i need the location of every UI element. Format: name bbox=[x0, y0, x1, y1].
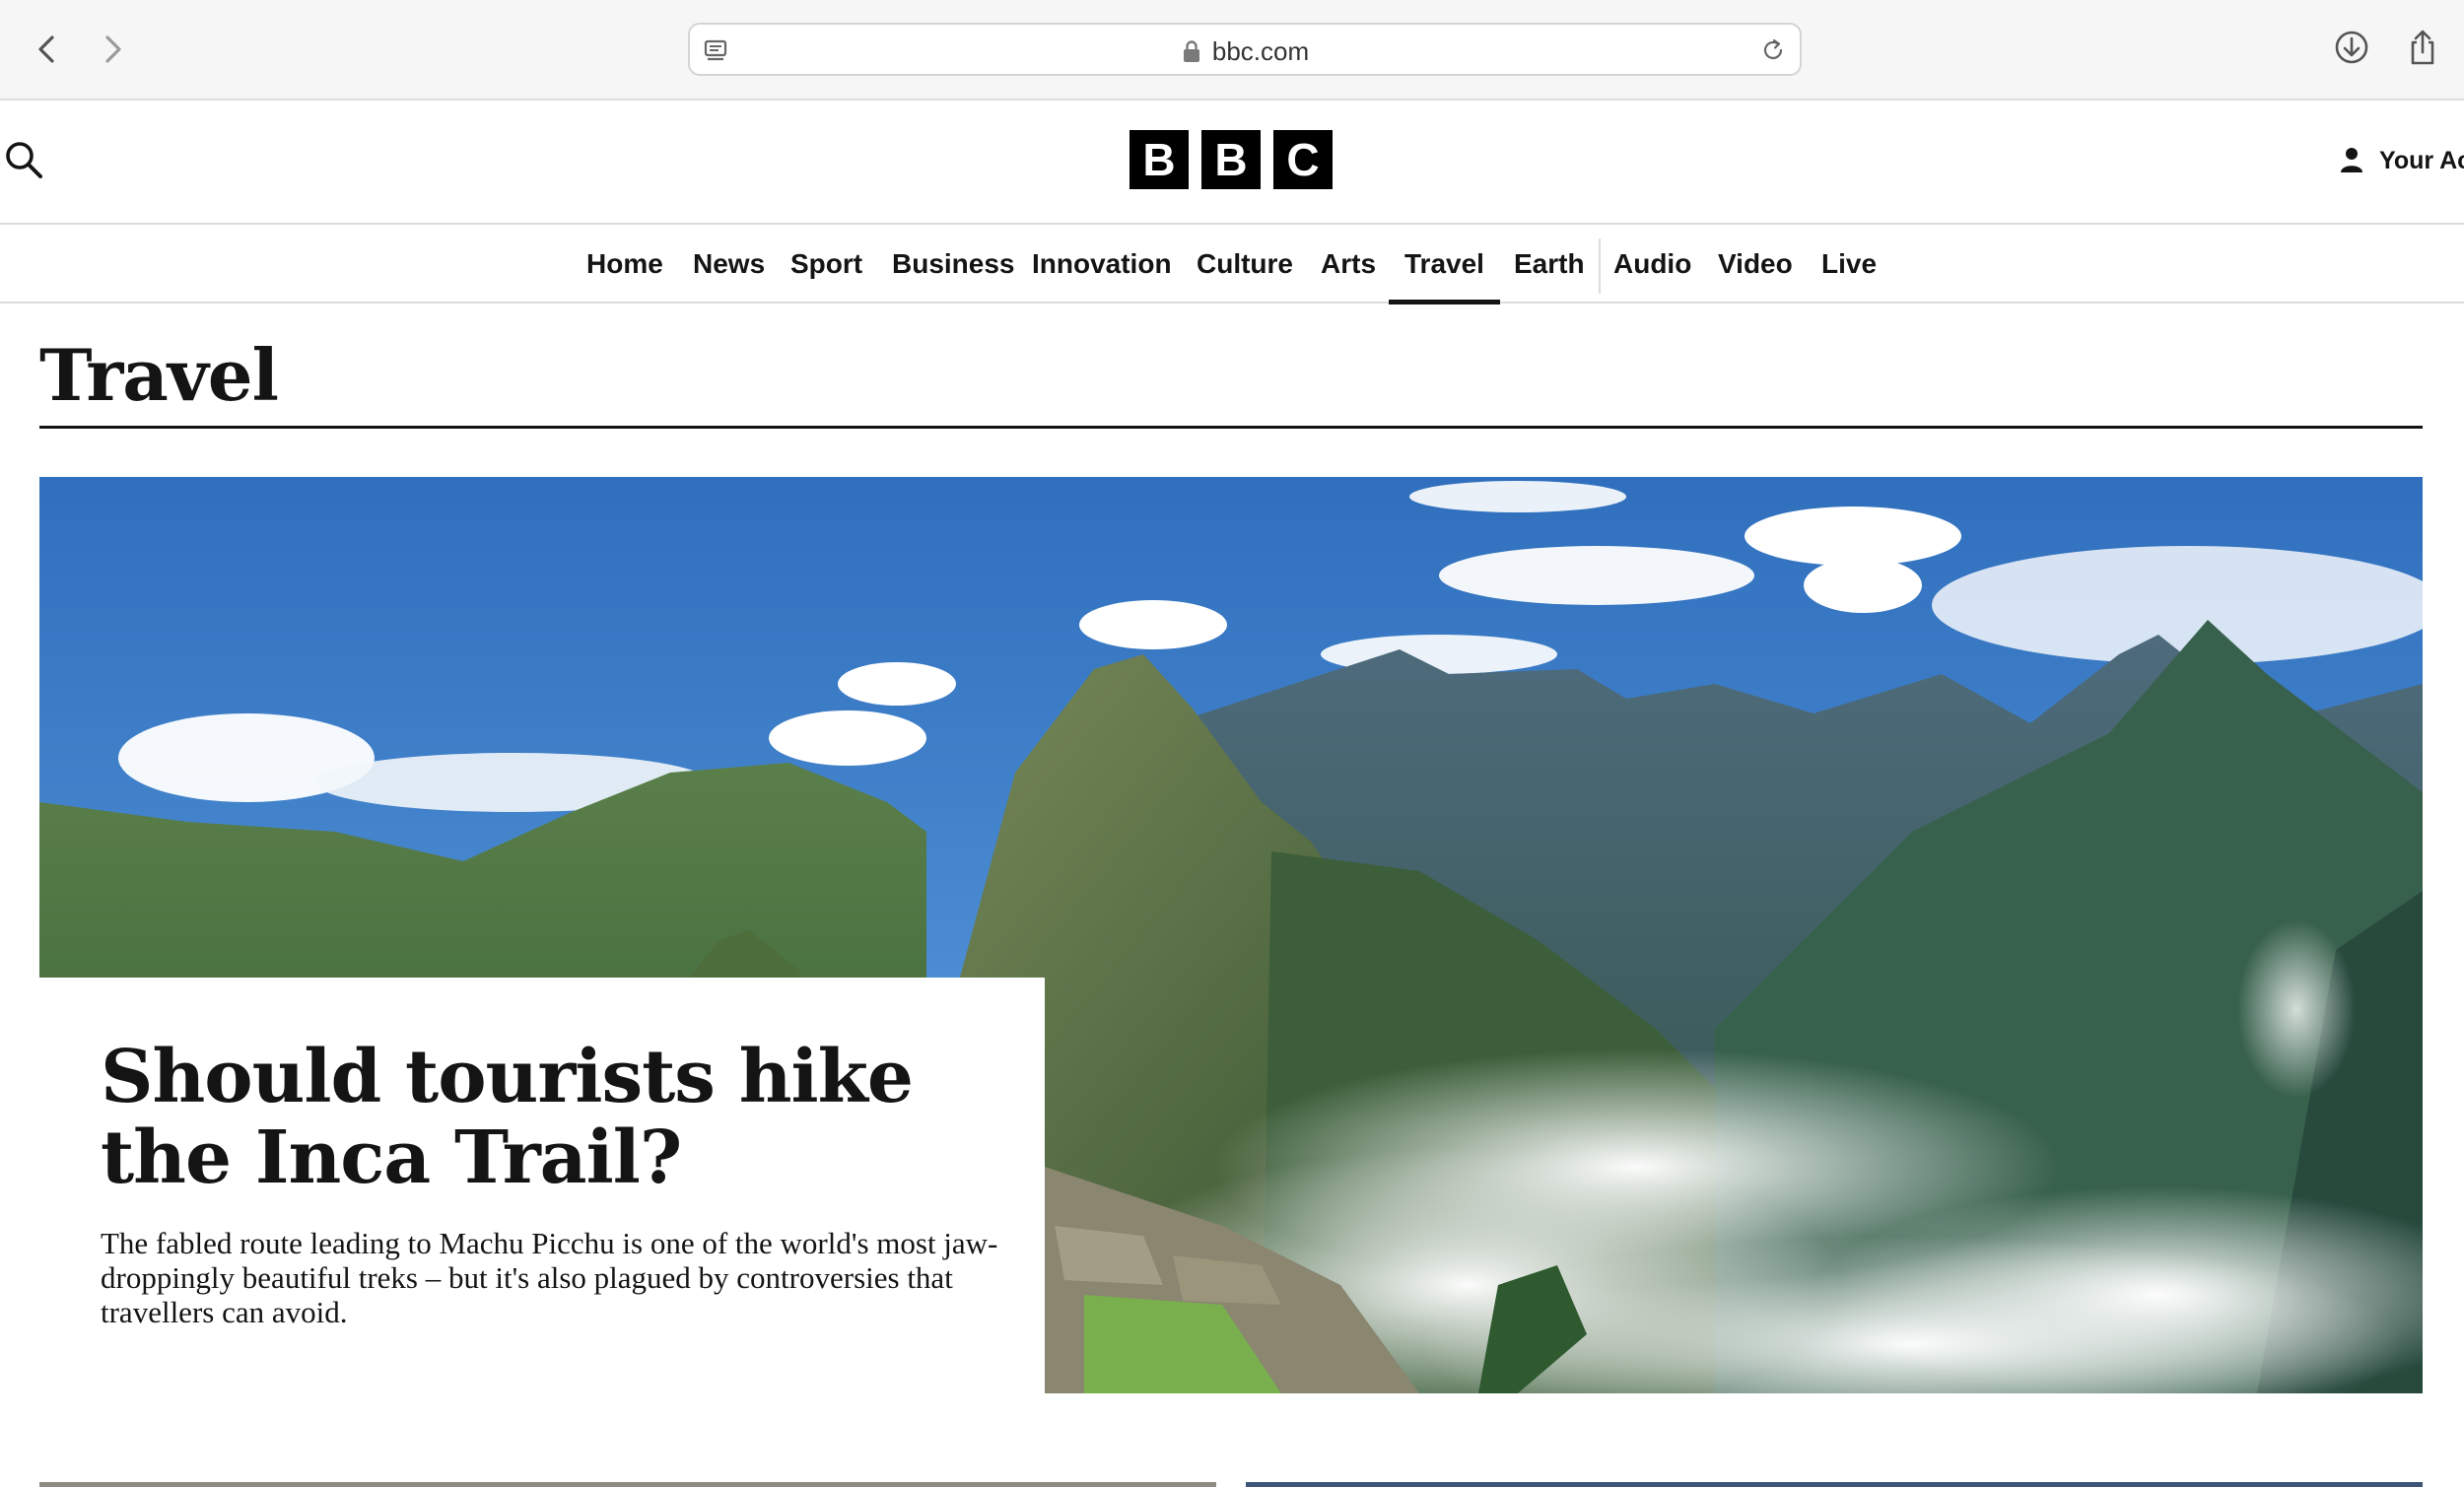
reload-icon[interactable] bbox=[1758, 35, 1788, 65]
main-navigation: Home News Sport Business Innovation Cult… bbox=[0, 227, 2464, 304]
logo-block: B bbox=[1129, 130, 1189, 189]
lock-icon bbox=[1183, 40, 1199, 62]
chevron-right-icon[interactable] bbox=[93, 30, 132, 69]
hero-headline[interactable]: Should tourists hike the Inca Trail? bbox=[101, 1037, 1027, 1198]
nav-item-earth[interactable]: Earth bbox=[1514, 248, 1585, 280]
url-display[interactable]: bbc.com bbox=[690, 36, 1800, 67]
nav-item-business[interactable]: Business bbox=[892, 248, 1015, 280]
nav-item-live[interactable]: Live bbox=[1821, 248, 1877, 280]
logo-block: C bbox=[1273, 130, 1333, 189]
search-icon[interactable] bbox=[2, 138, 45, 181]
url-text: bbc.com bbox=[1211, 36, 1310, 66]
hero-summary: The fabled route leading to Machu Picchu… bbox=[101, 1226, 998, 1329]
title-divider bbox=[39, 426, 2423, 429]
chevron-left-icon[interactable] bbox=[28, 30, 67, 69]
nav-item-culture[interactable]: Culture bbox=[1197, 248, 1293, 280]
hero-card[interactable]: Should tourists hike the Inca Trail? The… bbox=[39, 978, 1045, 1393]
account-label: Your Ac bbox=[2379, 147, 2464, 174]
nav-item-sport[interactable]: Sport bbox=[790, 248, 862, 280]
nav-item-home[interactable]: Home bbox=[586, 248, 663, 280]
article-card-image[interactable] bbox=[1246, 1482, 2423, 1487]
nav-item-audio[interactable]: Audio bbox=[1613, 248, 1691, 280]
logo-block: B bbox=[1201, 130, 1261, 189]
nav-item-arts[interactable]: Arts bbox=[1321, 248, 1376, 280]
person-icon bbox=[2341, 148, 2362, 172]
site-header: B B C Your Ac bbox=[0, 102, 2464, 225]
nav-divider bbox=[1599, 238, 1601, 294]
nav-item-video[interactable]: Video bbox=[1718, 248, 1793, 280]
nav-item-travel[interactable]: Travel bbox=[1389, 248, 1500, 304]
download-icon[interactable] bbox=[2332, 28, 2371, 67]
share-icon[interactable] bbox=[2403, 28, 2442, 67]
article-card-image[interactable] bbox=[39, 1482, 1216, 1487]
account-link[interactable]: Your Ac bbox=[2338, 146, 2464, 175]
nav-item-innovation[interactable]: Innovation bbox=[1032, 248, 1172, 280]
address-bar[interactable]: bbc.com bbox=[688, 23, 1802, 76]
bbc-logo[interactable]: B B C bbox=[1129, 130, 1333, 189]
browser-toolbar: bbc.com bbox=[0, 0, 2464, 101]
page-title: Travel bbox=[39, 333, 279, 417]
nav-item-news[interactable]: News bbox=[693, 248, 765, 280]
